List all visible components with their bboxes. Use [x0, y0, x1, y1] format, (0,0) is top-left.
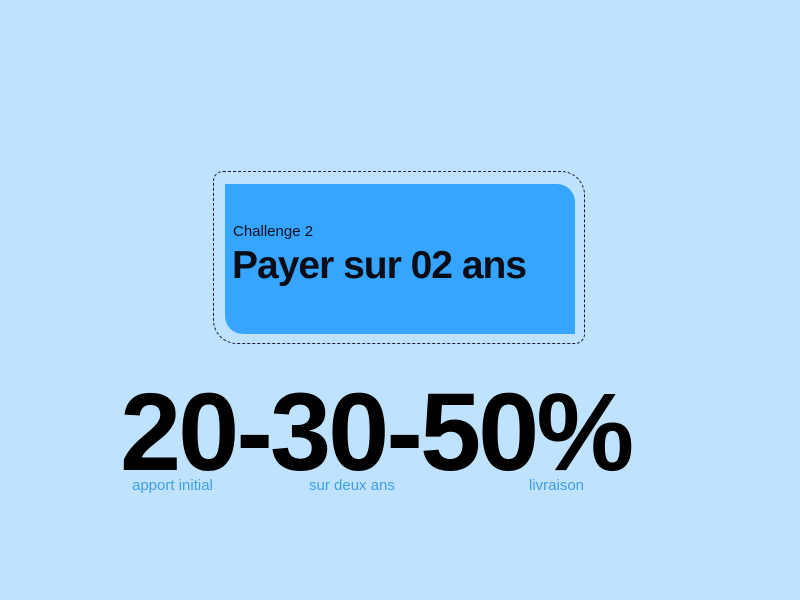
card-title: Payer sur 02 ans	[232, 244, 527, 287]
stat-label-initial-deposit: apport initial	[132, 477, 213, 494]
card-subtitle: Challenge 2	[233, 223, 314, 240]
stat-label-two-years: sur deux ans	[309, 477, 395, 494]
payment-split-stat: 20-30-50%	[120, 371, 634, 494]
stat-label-delivery: livraison	[529, 477, 585, 494]
